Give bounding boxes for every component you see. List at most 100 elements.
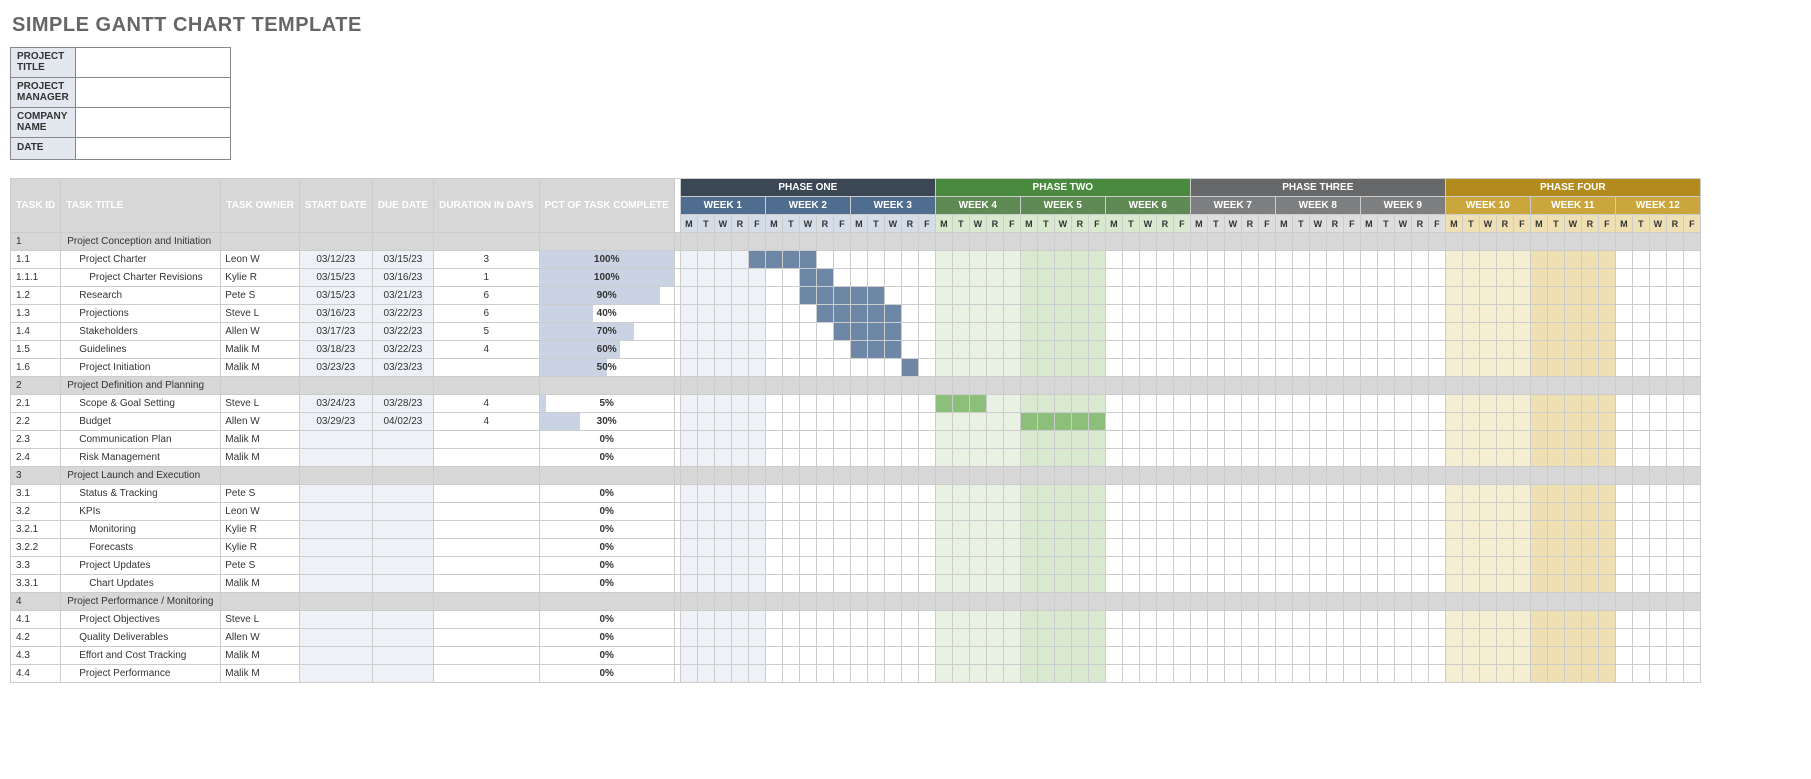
gantt-cell[interactable] — [1326, 539, 1343, 557]
gantt-cell[interactable] — [1581, 359, 1598, 377]
gantt-cell[interactable] — [918, 251, 935, 269]
gantt-cell[interactable] — [1513, 395, 1530, 413]
gantt-cell[interactable] — [1071, 251, 1088, 269]
cell-task-id[interactable]: 1 — [11, 233, 61, 251]
gantt-cell[interactable] — [748, 413, 765, 431]
gantt-cell[interactable] — [1377, 323, 1394, 341]
cell-task-id[interactable]: 4.2 — [11, 629, 61, 647]
gantt-cell[interactable] — [1139, 485, 1156, 503]
gantt-cell[interactable] — [833, 287, 850, 305]
gantt-cell[interactable] — [1581, 539, 1598, 557]
cell-pct-complete[interactable]: 0% — [539, 575, 674, 593]
gantt-cell[interactable] — [901, 665, 918, 683]
gantt-cell[interactable] — [1564, 413, 1581, 431]
gantt-cell[interactable] — [1377, 431, 1394, 449]
gantt-cell[interactable] — [1445, 503, 1462, 521]
cell-task-title[interactable]: Project Performance / Monitoring — [61, 593, 221, 611]
gantt-cell[interactable] — [1394, 521, 1411, 539]
gantt-cell[interactable] — [765, 287, 782, 305]
gantt-cell[interactable] — [1496, 287, 1513, 305]
gantt-cell[interactable] — [1241, 269, 1258, 287]
gantt-cell[interactable] — [1360, 557, 1377, 575]
gantt-cell[interactable] — [1054, 647, 1071, 665]
gantt-cell[interactable] — [680, 575, 697, 593]
gantt-cell[interactable] — [731, 485, 748, 503]
gantt-cell[interactable] — [1632, 341, 1649, 359]
gantt-cell[interactable] — [1207, 449, 1224, 467]
gantt-cell[interactable] — [1615, 395, 1632, 413]
cell-task-owner[interactable]: Allen W — [221, 413, 300, 431]
gantt-cell[interactable] — [1139, 305, 1156, 323]
gantt-cell[interactable] — [765, 323, 782, 341]
gantt-cell[interactable] — [1547, 665, 1564, 683]
gantt-cell[interactable] — [884, 575, 901, 593]
gantt-cell[interactable] — [1598, 521, 1615, 539]
gantt-cell[interactable] — [833, 341, 850, 359]
gantt-cell[interactable] — [1530, 287, 1547, 305]
gantt-cell[interactable] — [1649, 665, 1666, 683]
gantt-cell[interactable] — [1462, 287, 1479, 305]
cell-duration[interactable]: 6 — [434, 287, 539, 305]
gantt-cell[interactable] — [680, 629, 697, 647]
gantt-cell[interactable] — [1598, 629, 1615, 647]
gantt-cell[interactable] — [1258, 647, 1275, 665]
gantt-cell[interactable] — [1207, 665, 1224, 683]
gantt-cell[interactable] — [1275, 557, 1292, 575]
gantt-cell[interactable] — [1105, 665, 1122, 683]
cell-task-id[interactable]: 4.4 — [11, 665, 61, 683]
gantt-cell[interactable] — [1666, 539, 1683, 557]
gantt-cell[interactable] — [1462, 413, 1479, 431]
cell-duration[interactable]: 5 — [434, 323, 539, 341]
gantt-cell[interactable] — [1020, 449, 1037, 467]
cell-start-date[interactable]: 03/29/23 — [299, 413, 372, 431]
gantt-cell[interactable] — [816, 359, 833, 377]
gantt-cell[interactable] — [1020, 665, 1037, 683]
gantt-cell[interactable] — [1496, 575, 1513, 593]
gantt-cell[interactable] — [1071, 305, 1088, 323]
cell-due-date[interactable]: 03/22/23 — [372, 341, 433, 359]
gantt-cell[interactable] — [1224, 665, 1241, 683]
gantt-cell[interactable] — [867, 539, 884, 557]
gantt-cell[interactable] — [782, 287, 799, 305]
gantt-cell[interactable] — [1632, 395, 1649, 413]
gantt-cell[interactable] — [1683, 539, 1700, 557]
gantt-cell[interactable] — [1513, 521, 1530, 539]
gantt-cell[interactable] — [1683, 449, 1700, 467]
gantt-cell[interactable] — [1156, 611, 1173, 629]
gantt-cell[interactable] — [1071, 341, 1088, 359]
gantt-cell[interactable] — [918, 629, 935, 647]
gantt-cell[interactable] — [918, 305, 935, 323]
cell-task-title[interactable]: Status & Tracking — [61, 485, 221, 503]
gantt-cell[interactable] — [867, 323, 884, 341]
gantt-cell[interactable] — [918, 269, 935, 287]
gantt-cell[interactable] — [1309, 539, 1326, 557]
gantt-cell[interactable] — [1309, 395, 1326, 413]
cell-due-date[interactable]: 03/15/23 — [372, 251, 433, 269]
gantt-cell[interactable] — [1054, 503, 1071, 521]
cell-task-owner[interactable]: Malik M — [221, 449, 300, 467]
gantt-cell[interactable] — [1343, 431, 1360, 449]
gantt-cell[interactable] — [918, 449, 935, 467]
gantt-cell[interactable] — [1156, 431, 1173, 449]
gantt-cell[interactable] — [1445, 341, 1462, 359]
gantt-cell[interactable] — [1683, 521, 1700, 539]
gantt-cell[interactable] — [1190, 521, 1207, 539]
gantt-cell[interactable] — [1292, 557, 1309, 575]
gantt-cell[interactable] — [1309, 665, 1326, 683]
gantt-cell[interactable] — [1411, 521, 1428, 539]
gantt-cell[interactable] — [1071, 323, 1088, 341]
gantt-cell[interactable] — [1275, 359, 1292, 377]
gantt-cell[interactable] — [1428, 647, 1445, 665]
gantt-cell[interactable] — [1530, 575, 1547, 593]
gantt-cell[interactable] — [1139, 341, 1156, 359]
gantt-cell[interactable] — [1564, 431, 1581, 449]
gantt-cell[interactable] — [1054, 323, 1071, 341]
gantt-cell[interactable] — [765, 557, 782, 575]
cell-due-date[interactable] — [372, 485, 433, 503]
gantt-cell[interactable] — [714, 359, 731, 377]
gantt-cell[interactable] — [1173, 395, 1190, 413]
gantt-cell[interactable] — [782, 629, 799, 647]
gantt-cell[interactable] — [1105, 611, 1122, 629]
gantt-cell[interactable] — [901, 305, 918, 323]
gantt-cell[interactable] — [1428, 341, 1445, 359]
